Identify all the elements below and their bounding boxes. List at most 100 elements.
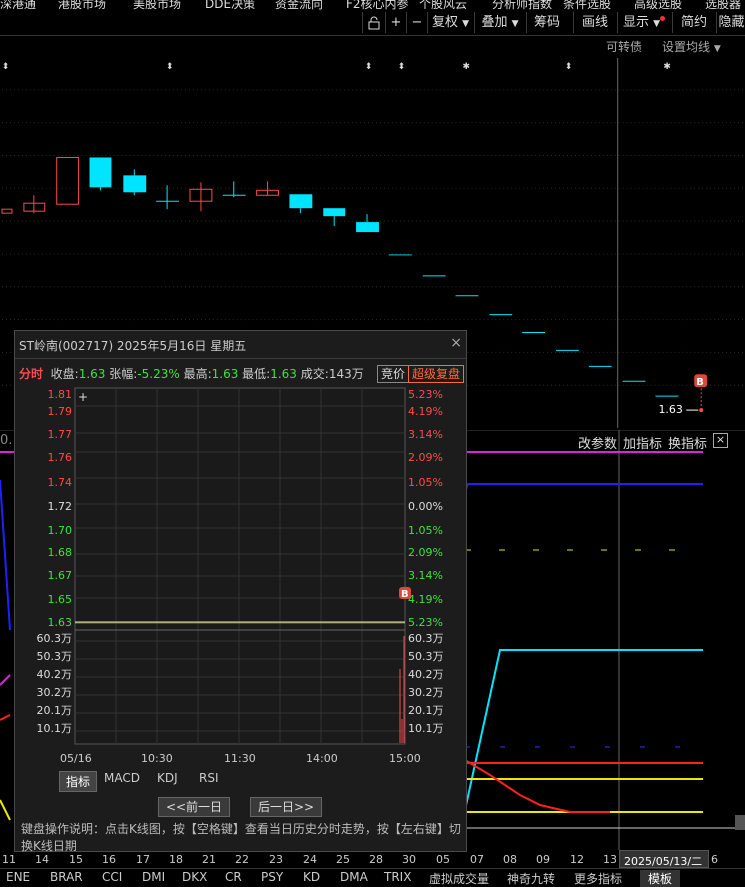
tab-more-indicators[interactable]: 更多指标: [574, 870, 622, 887]
prev-day-button[interactable]: <<前一日: [158, 797, 230, 817]
volume-tick: 10.1万: [408, 722, 444, 735]
menu-item-selector[interactable]: 选股器: [705, 0, 741, 10]
tab-dma[interactable]: DMA: [340, 870, 368, 884]
top-menu-bar: 深港通 港股市场 美股市场 DDE决策 资金流向 F2核心内参 个股风云 分析师…: [0, 0, 745, 10]
tab-kdj[interactable]: KDJ: [157, 771, 178, 785]
date-label: 09: [536, 853, 550, 866]
tab-intraday[interactable]: 分时: [19, 367, 43, 381]
zoom-out-button[interactable]: −: [406, 12, 427, 33]
menu-item-dde[interactable]: DDE决策: [205, 0, 255, 10]
menu-item-us-market[interactable]: 美股市场: [133, 0, 181, 10]
pct-tick: 5.23%: [408, 388, 443, 401]
volume-tick: 60.3万: [408, 632, 444, 645]
candle: [56, 156, 80, 205]
menu-item-hk-connect[interactable]: 深港通: [0, 0, 36, 10]
date-label: 6: [711, 853, 718, 866]
chevron-down-icon: ▼: [713, 44, 721, 54]
price-tick: 1.63: [47, 616, 73, 629]
price-tick: 1.81: [47, 388, 73, 401]
event-markers: ⬍ ⬍ ⬍ ⬍ ✱ ⬍ ✱: [2, 62, 671, 72]
keyboard-help-text: 键盘操作说明：点击K线图，按【空格键】查看当日历史分时走势，按【左右键】切换K线…: [21, 822, 461, 853]
event-marker-icon: ⬍: [166, 62, 174, 72]
tab-kd[interactable]: KD: [303, 870, 320, 884]
convertible-bond-link[interactable]: 可转债: [606, 38, 642, 55]
pct-tick: 0.00%: [408, 500, 443, 513]
tab-magic-nine[interactable]: 神奇九转: [507, 870, 555, 887]
popup-title: ST岭南(002717) 2025年5月16日 星期五: [19, 339, 247, 353]
tab-trix[interactable]: TRIX: [384, 870, 411, 884]
volume-tick: 10.1万: [36, 722, 73, 735]
hide-button[interactable]: 隐藏: [716, 12, 745, 33]
menu-item-analyst[interactable]: 分析师指数: [492, 0, 552, 10]
add-indicator-button[interactable]: 加指标: [623, 433, 662, 452]
tab-indicator[interactable]: 指标: [59, 771, 98, 792]
volume-tick: 50.3万: [408, 650, 444, 663]
time-tick: 15:00: [389, 752, 421, 765]
low-value: 1.63: [270, 367, 297, 381]
simple-button[interactable]: 简约: [672, 12, 715, 33]
blue-line: [464, 483, 703, 493]
menu-item-f2[interactable]: F2核心内参: [346, 0, 409, 10]
change-params-button[interactable]: 改参数: [578, 433, 617, 452]
super-review-button[interactable]: 超级复盘: [408, 365, 465, 383]
change-value: -5.23%: [137, 367, 180, 381]
zoom-in-button[interactable]: +: [385, 12, 406, 33]
price-tick: 1.67: [47, 569, 73, 582]
chips-button[interactable]: 筹码: [526, 12, 567, 33]
pct-tick: 4.19%: [408, 405, 443, 418]
time-tick: 11:30: [224, 752, 256, 765]
pct-tick: 1.05%: [408, 476, 443, 489]
tab-virtual-volume[interactable]: 虚拟成交量: [429, 870, 489, 887]
popup-info-bar: 分时 收盘:1.63 张幅:-5.23% 最高:1.63 最低:1.63 成交:…: [19, 365, 364, 382]
volume-tick: 20.1万: [408, 704, 444, 717]
tab-dkx[interactable]: DKX: [182, 870, 207, 884]
event-marker-icon: ✱: [463, 62, 471, 72]
date-label: 07: [470, 853, 484, 866]
volume-tick: 30.2万: [36, 686, 73, 699]
menu-item-advanced[interactable]: 高级选股: [634, 0, 682, 10]
fuquan-button[interactable]: 复权 ▼: [427, 12, 473, 33]
tab-macd[interactable]: MACD: [104, 771, 140, 785]
date-label: 12: [570, 853, 584, 866]
crosshair-icon: +: [78, 390, 88, 404]
tab-cr[interactable]: CR: [225, 870, 242, 884]
pct-tick: 1.05%: [408, 524, 443, 537]
pct-tick: 2.09%: [408, 451, 443, 464]
pct-tick: 3.14%: [408, 569, 443, 582]
event-marker-icon: ⬍: [365, 62, 373, 72]
close-label: 收盘:: [50, 367, 79, 381]
low-label: 最低:: [242, 367, 271, 381]
tab-template[interactable]: 模板: [640, 870, 681, 887]
price-tick: 1.65: [47, 593, 73, 606]
menu-item-stock-news[interactable]: 个股风云: [419, 0, 467, 10]
close-icon[interactable]: ×: [713, 433, 728, 448]
draw-line-button[interactable]: 画线: [573, 12, 616, 33]
overlay-button[interactable]: 叠加 ▼: [474, 12, 525, 33]
lower-panel-left-label: 0.: [0, 433, 13, 448]
price-tick: 1.79: [47, 405, 73, 418]
popup-close-icon[interactable]: ×: [450, 335, 462, 351]
volume-value: 143万: [328, 367, 364, 381]
auction-button[interactable]: 竞价: [377, 365, 410, 383]
pct-tick: 2.09%: [408, 546, 443, 559]
menu-item-hk-market[interactable]: 港股市场: [58, 0, 106, 10]
tab-psy[interactable]: PSY: [261, 870, 283, 884]
display-label: 显示: [622, 15, 649, 30]
last-price-marker: B 1.63: [658, 374, 708, 416]
volume-tick: 40.2万: [408, 668, 444, 681]
tab-cci[interactable]: CCI: [102, 870, 122, 884]
last-price-label: 1.63: [658, 403, 682, 416]
display-button[interactable]: 显示 ▼: [617, 12, 670, 33]
next-day-button[interactable]: 后一日>>: [250, 797, 322, 817]
lock-icon[interactable]: [362, 12, 385, 33]
tab-dmi[interactable]: DMI: [142, 870, 165, 884]
tab-rsi[interactable]: RSI: [199, 771, 219, 785]
tab-ene[interactable]: ENE: [6, 870, 30, 884]
set-ma-button[interactable]: 设置均线 ▼: [662, 38, 721, 55]
switch-indicator-button[interactable]: 换指标: [668, 433, 707, 452]
menu-item-fund-flow[interactable]: 资金流向: [275, 0, 323, 10]
fuquan-label: 复权: [431, 15, 458, 30]
menu-item-condition[interactable]: 条件选股: [563, 0, 611, 10]
intraday-chart[interactable]: + B: [15, 386, 466, 746]
tab-brar[interactable]: BRAR: [50, 870, 83, 884]
